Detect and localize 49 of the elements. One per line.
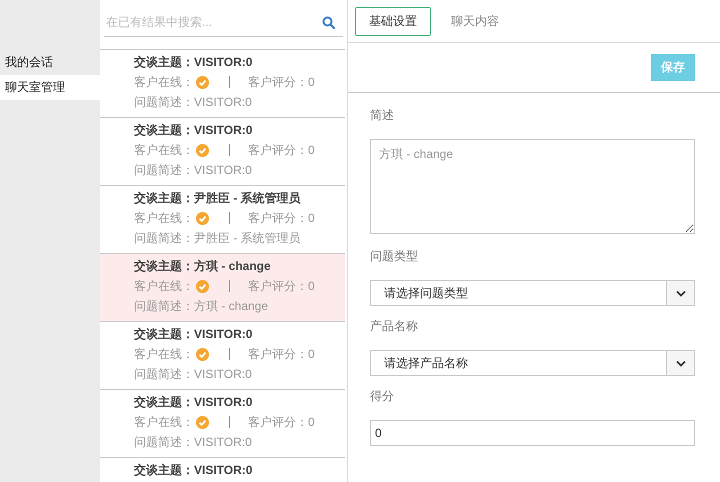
description-text: 问题简述：VISITOR:0: [134, 94, 253, 111]
rating-text: 客户评分：0: [248, 142, 315, 159]
rating-text: 客户评分：0: [248, 278, 315, 295]
field-label: 简述: [370, 107, 395, 124]
conversation-title: 交谈主题：VISITOR:0: [134, 326, 254, 343]
conversation-title: 交谈主题：方琪 - change: [134, 258, 272, 275]
description-text: 问题简述：方琪 - change: [134, 298, 270, 315]
conversation-title: 交谈主题：尹胜臣 - 系统管理员: [134, 190, 302, 207]
conversation-title: 交谈主题：VISITOR:0: [134, 122, 254, 139]
select-field[interactable]: 请选择产品名称: [370, 350, 695, 376]
conversation-title: 交谈主题：VISITOR:0: [134, 462, 254, 479]
rating-text: 客户评分：0: [248, 210, 315, 227]
dropdown-button[interactable]: [666, 351, 694, 375]
conversation-item[interactable]: 交谈主题：方琪 - change 客户在线： 客户评分：0 问题简述：方琪 - change: [100, 254, 345, 322]
online-label: 客户在线：: [134, 74, 194, 91]
description-text: 问题简述：VISITOR:0: [134, 434, 253, 451]
description-field[interactable]: 方琪 - change: [370, 139, 695, 234]
rating-text: 客户评分：0: [248, 346, 315, 363]
conversation-title: 交谈主题：VISITOR:0: [134, 54, 254, 71]
conversation-item[interactable]: 交谈主题：VISITOR:0: [100, 458, 345, 482]
select-field[interactable]: 请选择问题类型: [370, 280, 695, 306]
dropdown-button[interactable]: [666, 281, 694, 305]
sidebar-item[interactable]: 聊天室管理: [0, 75, 100, 100]
online-label: 客户在线：: [134, 278, 194, 295]
conversation-item[interactable]: 交谈主题：VISITOR:0 客户在线： 客户评分：0 问题简述：VISITOR:0: [100, 322, 345, 390]
online-label: 客户在线：: [134, 142, 194, 159]
caret-icon: [676, 290, 686, 296]
conversation-item[interactable]: 交谈主题：VISITOR:0 客户在线： 客户评分：0 问题简述：VISITOR:0: [100, 118, 345, 186]
rating-text: 客户评分：0: [248, 74, 315, 91]
online-label: 客户在线：: [134, 414, 194, 431]
conversation-item[interactable]: 交谈主题：VISITOR:0 客户在线： 客户评分：0 问题简述：VISITOR:0: [100, 390, 345, 458]
description-text: 问题简述：尹胜臣 - 系统管理员: [134, 230, 302, 247]
online-label: 客户在线：: [134, 346, 194, 363]
conversation-title: 交谈主题：VISITOR:0: [134, 394, 254, 411]
field-label: 产品名称: [370, 318, 419, 335]
field-label: 得分: [370, 388, 395, 405]
conversation-item[interactable]: 交谈主题：VISITOR:0 客户在线： 客户评分：0 问题简述：VISITOR:0: [100, 50, 345, 118]
field-label: 问题类型: [370, 248, 419, 265]
description-text: 问题简述：VISITOR:0: [134, 162, 253, 179]
rating-text: 客户评分：0: [248, 414, 315, 431]
tab[interactable]: 聊天内容: [437, 6, 513, 36]
online-label: 客户在线：: [134, 210, 194, 227]
tab[interactable]: 基础设置: [355, 6, 431, 36]
score-field[interactable]: 0: [370, 420, 695, 446]
search-icon[interactable]: [322, 16, 335, 28]
sidebar-item[interactable]: 我的会话: [0, 50, 100, 75]
caret-icon: [676, 360, 686, 366]
description-text: 问题简述：VISITOR:0: [134, 366, 253, 383]
search-field[interactable]: 在已有结果中搜索...: [104, 15, 322, 29]
